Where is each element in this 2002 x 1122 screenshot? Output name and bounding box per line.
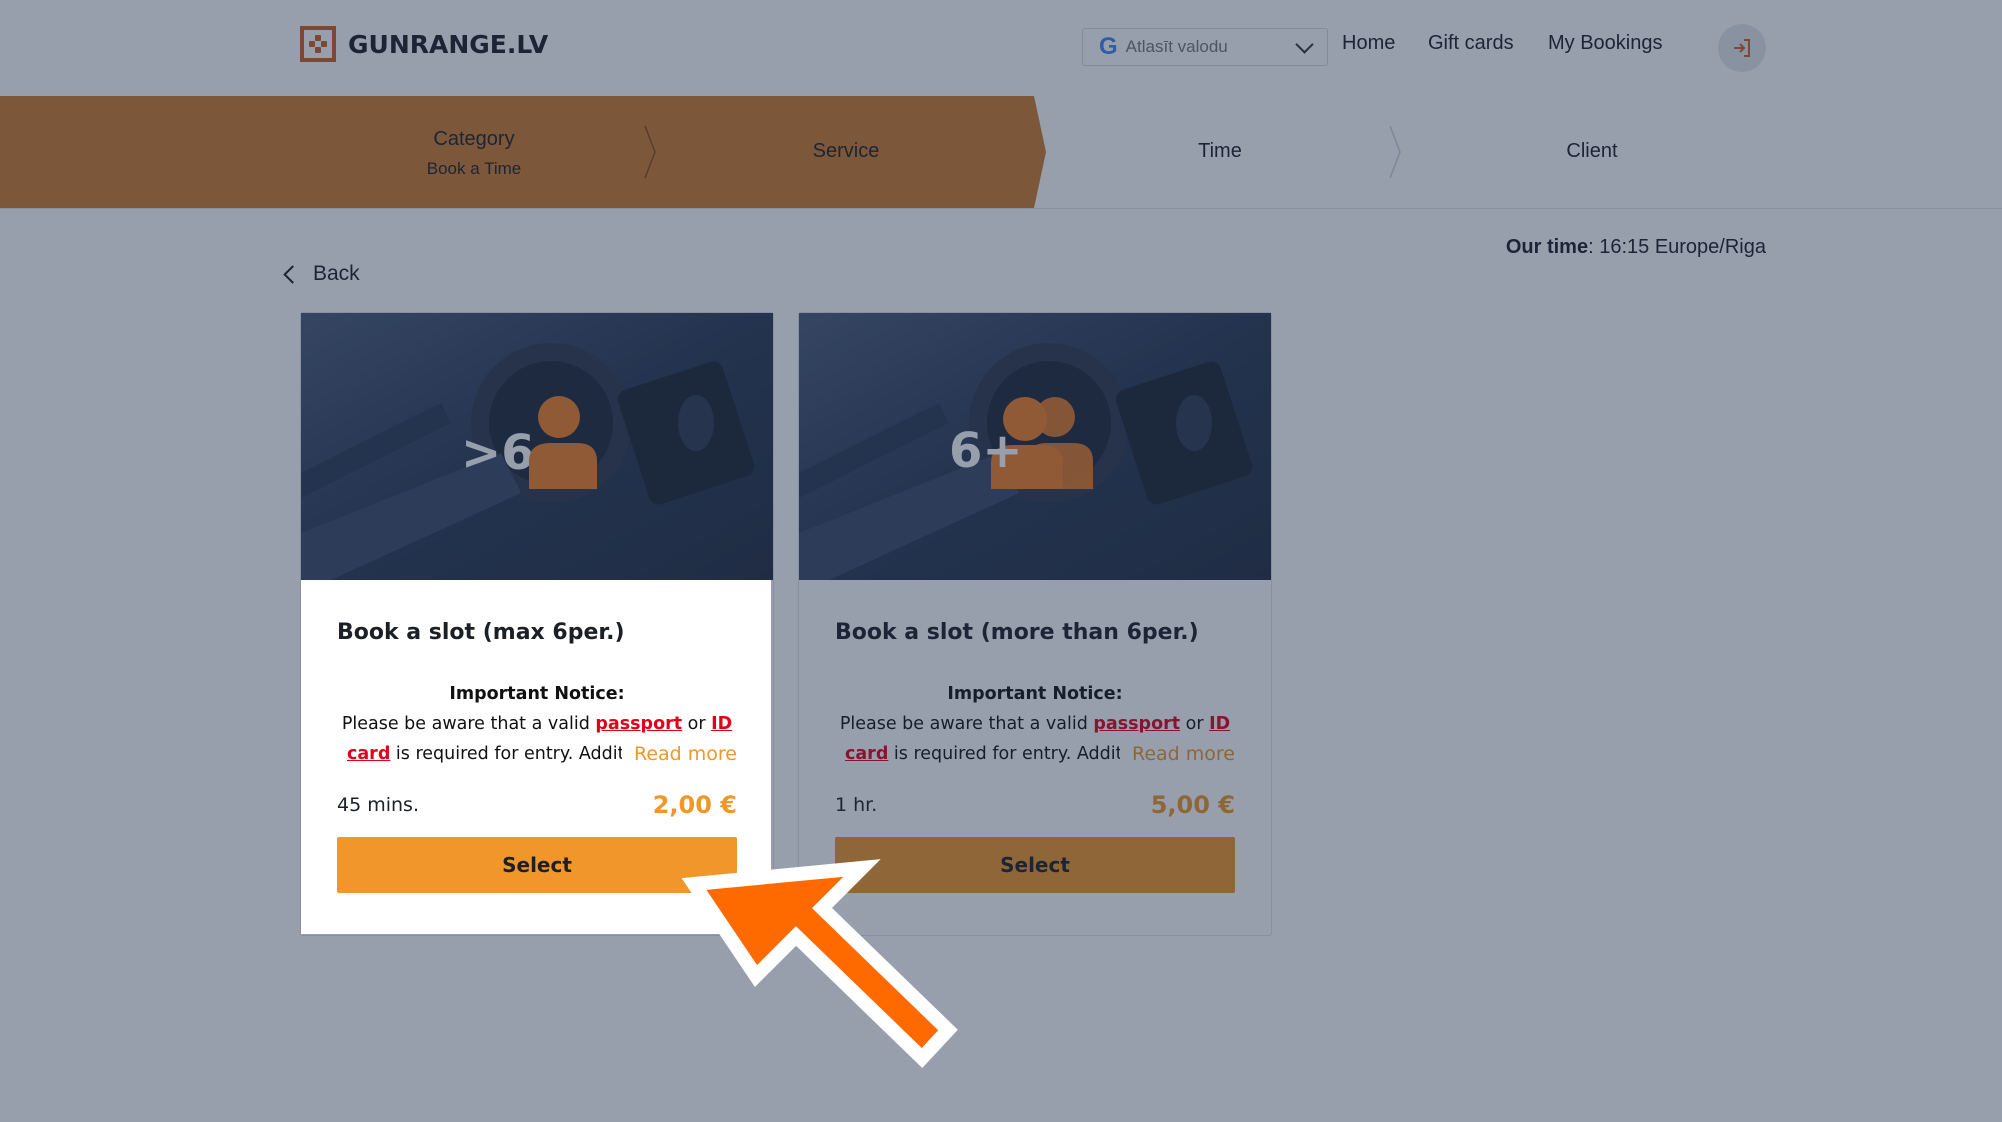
pointer-arrow-icon <box>681 859 958 1069</box>
